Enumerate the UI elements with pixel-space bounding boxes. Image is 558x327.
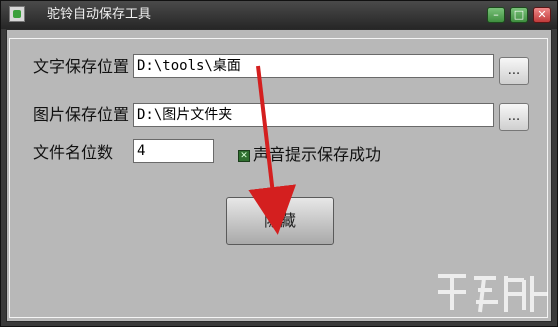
text-browse-button[interactable]: ... [499,57,529,85]
filename-digits-label: 文件名位数 [33,143,114,162]
sound-notify-label[interactable]: 声音提示保存成功 [253,145,381,165]
image-browse-button[interactable]: ... [499,103,529,131]
title-bar[interactable]: 驼铃自动保存工具 – □ ✕ [1,1,557,29]
maximize-button[interactable]: □ [510,7,528,23]
close-button[interactable]: ✕ [533,7,551,23]
text-save-location-label: 文字保存位置 [33,57,130,76]
sound-notify-checkbox[interactable]: ✕ [238,150,250,162]
hide-button[interactable]: 隐藏 [226,197,334,245]
window-title: 驼铃自动保存工具 [47,7,152,22]
image-save-location-label: 图片保存位置 [33,105,130,124]
app-icon [9,6,25,22]
image-save-location-input[interactable]: D:\图片文件夹 [133,103,494,127]
filename-digits-input[interactable]: 4 [133,139,214,163]
text-save-location-input[interactable]: D:\tools\桌面 [133,54,494,78]
minimize-button[interactable]: – [487,7,505,23]
